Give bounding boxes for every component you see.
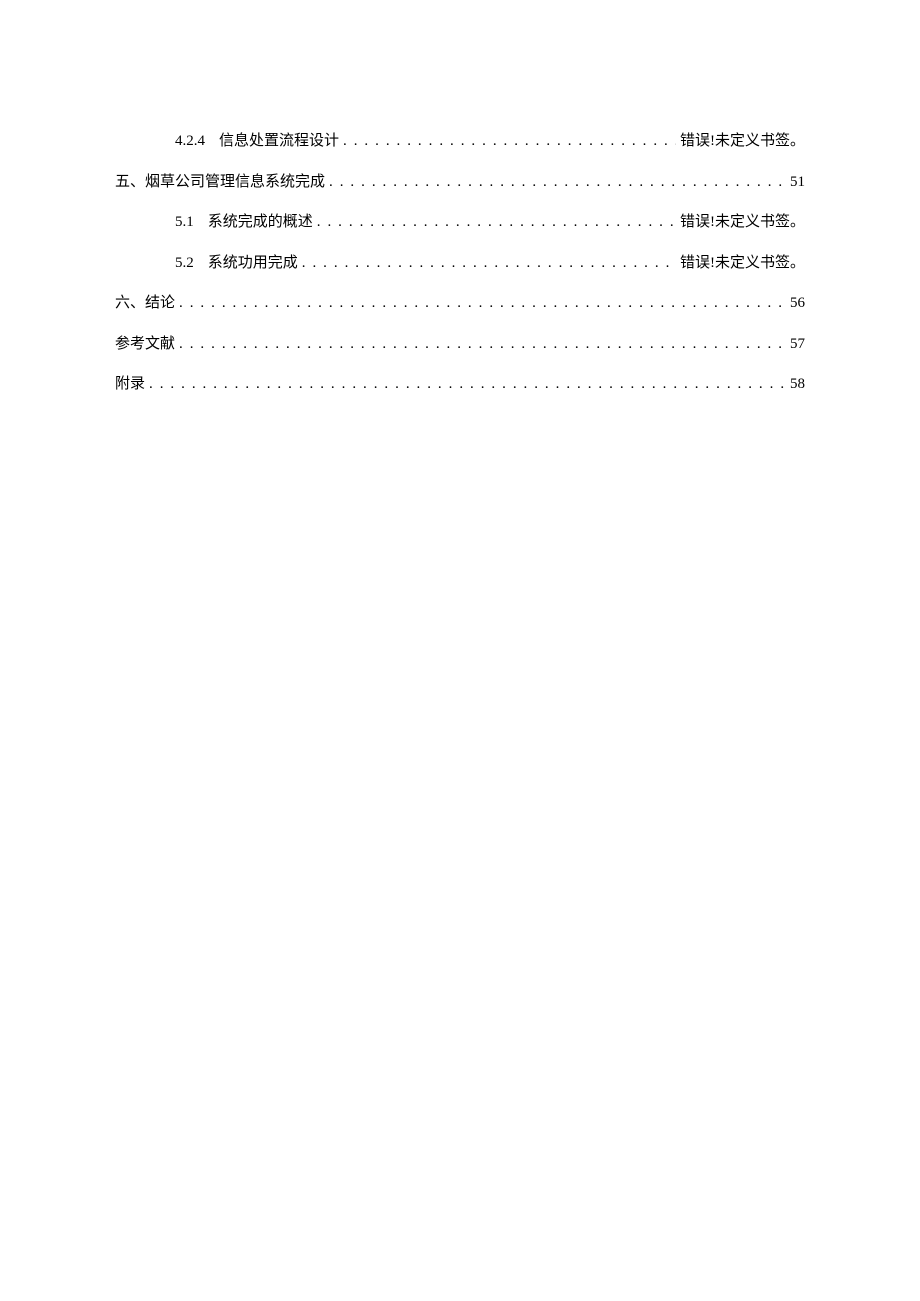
toc-entry: 5.1 系统完成的概述 错误!未定义书签。 [115,211,805,234]
entry-page: 错误!未定义书签。 [680,130,805,153]
entry-title: 系统功用完成 [208,252,298,275]
toc-entry: 五、烟草公司管理信息系统完成 51 [115,171,805,194]
entry-page: 58 [790,373,805,396]
leader-dots [175,333,790,356]
entry-number: 5.1 [175,211,194,234]
leader-dots [175,292,790,315]
toc-entry: 4.2.4 信息处置流程设计 错误!未定义书签。 [115,130,805,153]
toc-entry: 六、结论 56 [115,292,805,315]
entry-page: 51 [790,171,805,194]
entry-title: 附录 [115,373,145,396]
entry-page: 57 [790,333,805,356]
leader-dots [339,130,680,153]
leader-dots [313,211,680,234]
entry-page: 错误!未定义书签。 [680,252,805,275]
entry-number: 5.2 [175,252,194,275]
table-of-contents: 4.2.4 信息处置流程设计 错误!未定义书签。 五、烟草公司管理信息系统完成 … [115,130,805,396]
entry-number: 4.2.4 [175,130,205,153]
leader-dots [298,252,680,275]
entry-page: 错误!未定义书签。 [680,211,805,234]
entry-title: 参考文献 [115,333,175,356]
entry-title: 系统完成的概述 [208,211,313,234]
leader-dots [145,373,790,396]
toc-entry: 附录 58 [115,373,805,396]
leader-dots [325,171,790,194]
entry-title: 信息处置流程设计 [219,130,339,153]
entry-page: 56 [790,292,805,315]
entry-title: 六、结论 [115,292,175,315]
entry-title: 五、烟草公司管理信息系统完成 [115,171,325,194]
toc-entry: 参考文献 57 [115,333,805,356]
toc-entry: 5.2 系统功用完成 错误!未定义书签。 [115,252,805,275]
